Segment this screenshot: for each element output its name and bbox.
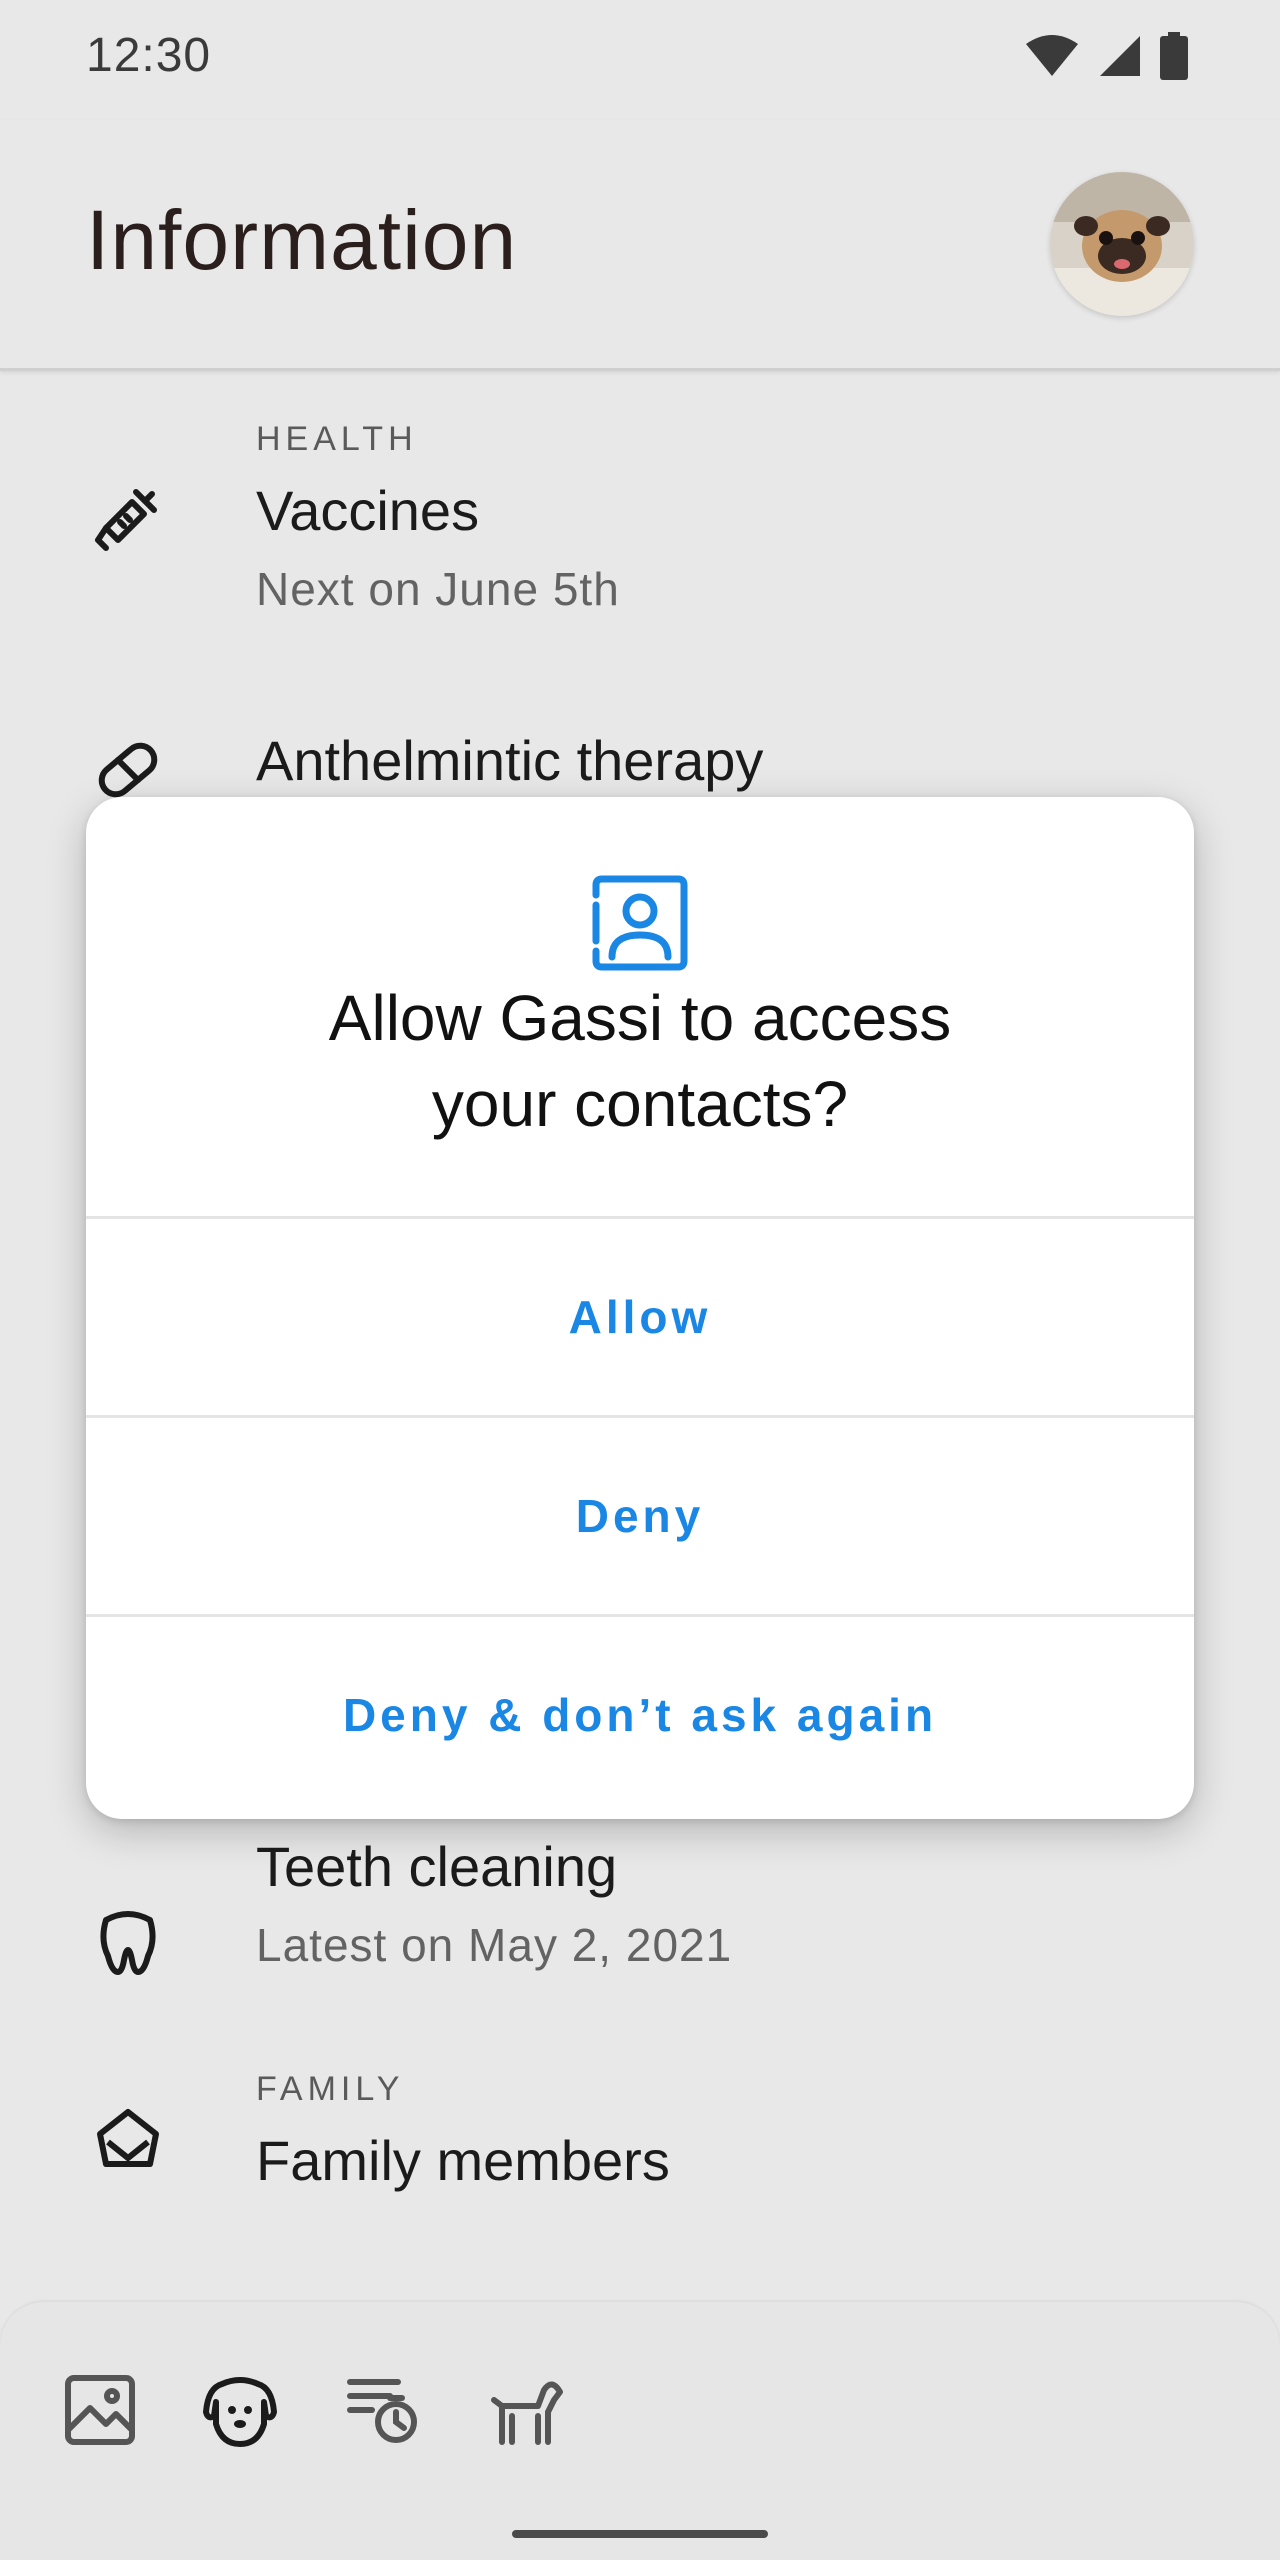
deny-button[interactable]: Deny: [86, 1418, 1194, 1614]
allow-button[interactable]: Allow: [86, 1219, 1194, 1415]
dialog-title: Allow Gassi to access your contacts?: [126, 975, 1154, 1147]
contact-icon: [592, 875, 688, 971]
bottom-navigation: [0, 2302, 1280, 2560]
schedule-timer-icon[interactable]: [346, 2372, 422, 2448]
dog-icon[interactable]: [488, 2372, 564, 2448]
dialog-title-line-2: your contacts?: [431, 1068, 849, 1140]
gallery-icon[interactable]: [62, 2372, 138, 2448]
permission-dialog: Allow Gassi to access your contacts? All…: [86, 797, 1194, 1819]
dialog-title-line-1: Allow Gassi to access: [328, 982, 952, 1054]
gesture-handle[interactable]: [512, 2530, 768, 2538]
dog-face-icon[interactable]: [202, 2372, 278, 2448]
deny-dont-ask-again-button[interactable]: Deny & don’t ask again: [86, 1617, 1194, 1813]
